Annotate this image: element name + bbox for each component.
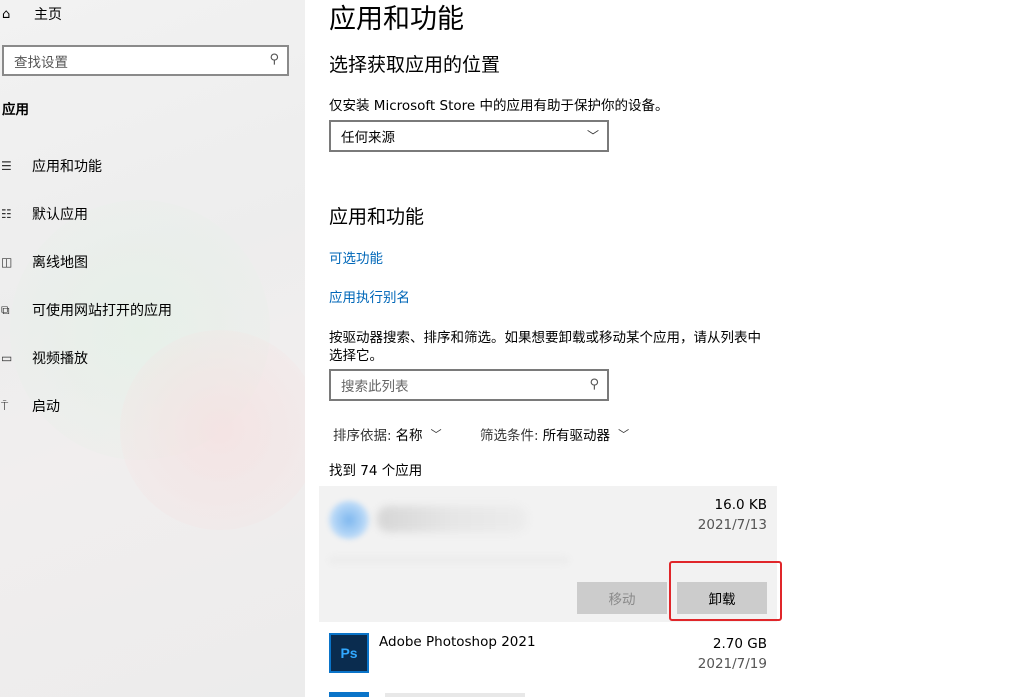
app-source-value: 任何来源 xyxy=(341,130,395,146)
apps-features-heading: 应用和功能 xyxy=(329,206,425,228)
next-app-name-placeholder xyxy=(385,693,525,697)
settings-search-input[interactable]: 查找设置 ⚲ xyxy=(2,45,289,76)
app-size: 16.0 KB xyxy=(714,497,767,513)
sidebar-item-label: 默认应用 xyxy=(32,207,88,223)
app-name-blurred xyxy=(377,506,527,532)
sidebar-item-default-apps[interactable]: ☷ 默认应用 xyxy=(0,202,88,226)
app-list-search-placeholder: 搜索此列表 xyxy=(341,379,409,395)
apps-list-icon: ☰ xyxy=(1,159,12,173)
sort-label: 排序依据: xyxy=(333,428,392,444)
chevron-down-icon: ﹀ xyxy=(618,428,630,441)
app-icon-blurred xyxy=(327,500,371,540)
sidebar-item-offline-maps[interactable]: ◫ 离线地图 xyxy=(0,250,88,274)
default-apps-icon: ☷ xyxy=(1,207,12,221)
filter-label: 筛选条件: xyxy=(480,428,539,444)
sidebar-section-title: 应用 xyxy=(2,102,29,118)
install-note: 仅安装 Microsoft Store 中的应用有助于保护你的设备。 xyxy=(329,98,669,114)
filter-dropdown[interactable]: 筛选条件: 所有驱动器 ﹀ xyxy=(480,424,629,444)
home-icon: ⌂ xyxy=(2,6,11,22)
sidebar-item-apps-features[interactable]: ☰ 应用和功能 xyxy=(0,154,102,178)
optional-features-link[interactable]: 可选功能 xyxy=(329,247,383,267)
chevron-down-icon: ﹀ xyxy=(586,129,599,143)
page-title: 应用和功能 xyxy=(329,4,464,35)
app-list-search-input[interactable]: 搜索此列表 ⚲ xyxy=(329,369,609,401)
sidebar-item-apps-websites[interactable]: ⧉ 可使用网站打开的应用 xyxy=(0,298,172,322)
home-label: 主页 xyxy=(34,7,62,23)
main-content: 应用和功能 选择获取应用的位置 仅安装 Microsoft Store 中的应用… xyxy=(305,0,1033,697)
search-icon: ⚲ xyxy=(269,52,279,67)
app-publisher-blurred xyxy=(329,556,569,564)
sidebar: ⌂ 主页 查找设置 ⚲ 应用 ☰ 应用和功能 ☷ 默认应用 ◫ 离线地图 ⧉ 可… xyxy=(0,0,305,697)
install-location-heading: 选择获取应用的位置 xyxy=(329,54,501,76)
app-source-dropdown[interactable]: 任何来源 ﹀ xyxy=(329,120,609,152)
app-list-item[interactable]: Ps Adobe Photoshop 2021 2.70 GB 2021/7/1… xyxy=(319,624,777,684)
map-icon: ◫ xyxy=(1,255,13,269)
sidebar-item-label: 可使用网站打开的应用 xyxy=(32,303,172,319)
next-app-icon xyxy=(329,692,369,697)
chevron-down-icon: ﹀ xyxy=(430,428,442,441)
sort-value: 名称 xyxy=(395,428,423,444)
app-name: Adobe Photoshop 2021 xyxy=(379,634,536,650)
sidebar-item-label: 应用和功能 xyxy=(32,159,102,175)
app-execution-alias-link[interactable]: 应用执行别名 xyxy=(329,286,410,306)
sidebar-home[interactable]: ⌂ 主页 xyxy=(0,3,62,25)
sidebar-item-startup[interactable]: ⍑ 启动 xyxy=(0,394,60,418)
move-button[interactable]: 移动 xyxy=(577,582,667,614)
photoshop-icon: Ps xyxy=(329,633,369,673)
sidebar-item-label: 启动 xyxy=(32,399,60,415)
sidebar-item-video-playback[interactable]: ▭ 视频播放 xyxy=(0,346,88,370)
app-date: 2021/7/13 xyxy=(697,517,767,533)
app-date: 2021/7/19 xyxy=(697,656,767,672)
search-hint-line2: 选择它。 xyxy=(329,348,383,364)
uninstall-highlight-box xyxy=(669,561,782,621)
sidebar-item-label: 离线地图 xyxy=(32,255,88,271)
sort-dropdown[interactable]: 排序依据: 名称 ﹀ xyxy=(333,424,442,444)
search-hint-line1: 按驱动器搜索、排序和筛选。如果想要卸载或移动某个应用，请从列表中 xyxy=(329,330,761,346)
sidebar-item-label: 视频播放 xyxy=(32,351,88,367)
search-icon: ⚲ xyxy=(589,377,599,392)
filter-value: 所有驱动器 xyxy=(542,428,611,444)
open-website-icon: ⧉ xyxy=(1,302,10,317)
video-icon: ▭ xyxy=(1,351,13,365)
app-count: 找到 74 个应用 xyxy=(329,463,423,479)
startup-icon: ⍑ xyxy=(1,398,9,413)
app-size: 2.70 GB xyxy=(712,636,767,652)
settings-search-placeholder: 查找设置 xyxy=(14,54,68,71)
